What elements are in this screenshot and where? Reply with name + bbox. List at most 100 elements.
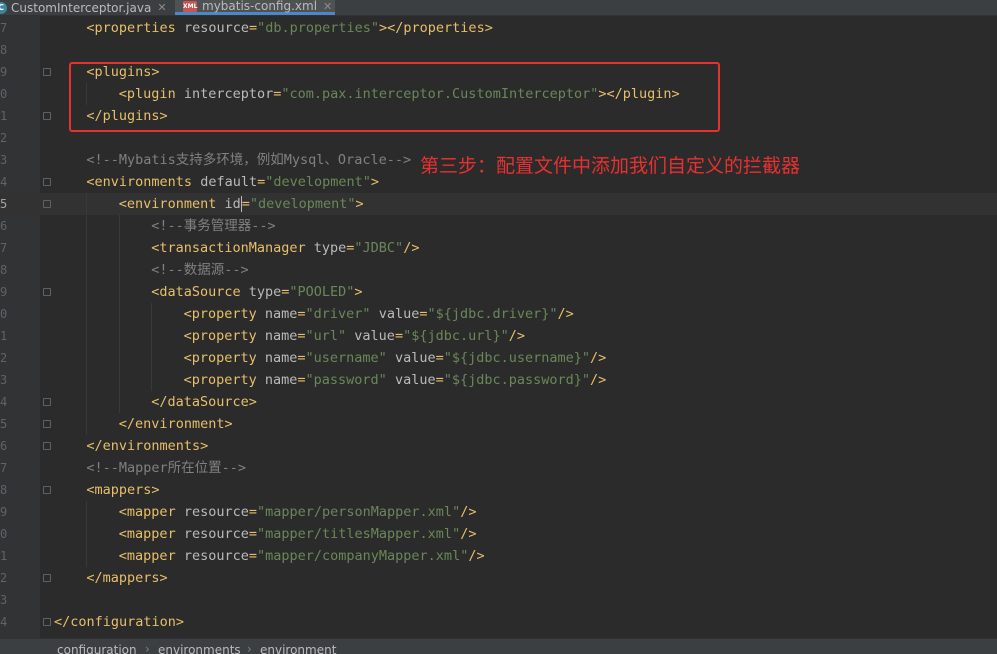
fold-marker-icon[interactable] — [43, 618, 51, 626]
line-number[interactable]: 4 — [0, 611, 10, 633]
code-line[interactable]: <property name="driver" value="${jdbc.dr… — [184, 303, 574, 325]
line-number[interactable]: 9 — [0, 61, 10, 83]
code-line[interactable]: <dataSource type="POOLED"> — [151, 281, 362, 303]
line-number[interactable]: 2 — [0, 347, 10, 369]
code-line[interactable]: <property name="url" value="${jdbc.url}"… — [184, 325, 525, 347]
line-number[interactable]: 9 — [0, 281, 10, 303]
line-number[interactable]: 6 — [0, 215, 10, 237]
java-class-icon: C — [0, 1, 7, 14]
tab-mybatis-config-xml[interactable]: XML mybatis-config.xml ✕ — [175, 0, 335, 15]
line-number[interactable]: 9 — [0, 501, 10, 523]
fold-marker-icon[interactable] — [43, 68, 51, 76]
line-number[interactable]: 8 — [0, 259, 10, 281]
indent-guide — [118, 303, 120, 325]
code-line[interactable]: <properties resource="db.properties"></p… — [86, 17, 492, 39]
indent-guide — [118, 347, 120, 369]
code-line[interactable]: <!--Mapper所在位置--> — [86, 457, 246, 479]
code-line[interactable]: <property name="password" value="${jdbc.… — [184, 369, 607, 391]
code-token: "${jdbc.username}" — [443, 350, 591, 366]
code-token: </dataSource> — [151, 394, 257, 410]
line-number[interactable]: 2 — [0, 567, 10, 589]
line-number[interactable]: 1 — [0, 105, 10, 127]
line-number[interactable]: 1 — [0, 545, 10, 567]
code-token: value — [386, 372, 436, 388]
line-number[interactable]: 4 — [0, 171, 10, 193]
indent-guide — [86, 303, 88, 325]
indent-guide — [118, 215, 120, 237]
code-token: /> — [460, 526, 477, 542]
code-line[interactable]: </environment> — [119, 413, 233, 435]
breadcrumb-item-configuration[interactable]: configuration — [57, 643, 137, 654]
indent-guide — [118, 259, 120, 281]
indent-guide — [151, 347, 153, 369]
indent-guide — [86, 237, 88, 259]
code-token: type — [248, 284, 282, 300]
fold-marker-icon[interactable] — [43, 112, 51, 120]
line-number[interactable]: 4 — [0, 391, 10, 413]
line-number[interactable]: 0 — [0, 83, 10, 105]
fold-marker-icon[interactable] — [43, 398, 51, 406]
code-line[interactable]: </dataSource> — [151, 391, 257, 413]
breadcrumb-item-environments[interactable]: environments — [158, 643, 241, 654]
indent-guide — [151, 325, 153, 347]
line-number[interactable]: 7 — [0, 457, 10, 479]
fold-marker-icon[interactable] — [43, 574, 51, 582]
line-number[interactable]: 0 — [0, 523, 10, 545]
line-number[interactable]: 8 — [0, 39, 10, 61]
line-number[interactable]: 3 — [0, 589, 10, 611]
code-line[interactable]: <!--数据源--> — [151, 259, 248, 281]
fold-marker-icon[interactable] — [43, 200, 51, 208]
fold-marker-icon[interactable] — [43, 420, 51, 428]
tab-custom-interceptor-java[interactable]: C CustomInterceptor.java ✕ — [0, 0, 172, 15]
code-token: = — [248, 548, 257, 564]
code-line[interactable]: <mappers> — [86, 479, 159, 501]
code-line[interactable]: <mapper resource="mapper/personMapper.xm… — [119, 501, 477, 523]
fold-marker-icon[interactable] — [43, 486, 51, 494]
code-line[interactable]: <environment id="development"> — [119, 193, 364, 215]
close-icon[interactable]: ✕ — [157, 1, 166, 14]
line-number[interactable]: 6 — [0, 435, 10, 457]
code-line[interactable]: </configuration> — [54, 611, 184, 633]
code-token: "${jdbc.url}" — [403, 328, 509, 344]
line-number[interactable]: 8 — [0, 479, 10, 501]
code-token: "development" — [265, 174, 371, 190]
code-line[interactable]: </environments> — [86, 435, 208, 457]
code-token: /> — [468, 548, 485, 564]
line-number[interactable]: 3 — [0, 369, 10, 391]
indent-guide — [118, 369, 120, 391]
indent-guide — [86, 281, 88, 303]
line-number[interactable]: 3 — [0, 149, 10, 171]
code-token: /> — [460, 504, 477, 520]
fold-marker-icon[interactable] — [43, 178, 51, 186]
code-token: <properties — [86, 20, 184, 36]
code-line[interactable]: <transactionManager type="JDBC"/> — [151, 237, 419, 259]
code-line[interactable]: <mapper resource="mapper/companyMapper.x… — [119, 545, 485, 567]
code-token: value — [386, 350, 436, 366]
code-token: "driver" — [305, 306, 371, 322]
code-token: /> — [508, 328, 526, 344]
line-number[interactable]: 1 — [0, 325, 10, 347]
code-token: <property — [183, 328, 265, 344]
code-line[interactable]: <environments default="development"> — [86, 171, 379, 193]
line-number[interactable]: 7 — [0, 17, 10, 39]
editor-tab-bar: C CustomInterceptor.java ✕ XML mybatis-c… — [0, 0, 997, 16]
fold-marker-icon[interactable] — [43, 288, 51, 296]
code-line[interactable]: <!--Mybatis支持多环境，例如Mysql、Oracle--> — [86, 149, 411, 171]
code-token: "JDBC" — [354, 240, 404, 256]
code-token: </configuration> — [54, 614, 185, 630]
fold-marker-icon[interactable] — [43, 442, 51, 450]
xml-file-icon: XML — [183, 0, 198, 12]
line-number[interactable]: 7 — [0, 237, 10, 259]
code-line[interactable]: <property name="username" value="${jdbc.… — [184, 347, 607, 369]
code-token: </mappers> — [86, 570, 168, 586]
code-line[interactable]: <mapper resource="mapper/titlesMapper.xm… — [119, 523, 477, 545]
code-line[interactable]: </mappers> — [86, 567, 167, 589]
breadcrumb-item-environment[interactable]: environment — [260, 643, 336, 654]
line-number[interactable]: 5 — [0, 413, 10, 435]
line-number[interactable]: 5 — [0, 193, 10, 215]
code-line[interactable]: <!--事务管理器--> — [151, 215, 275, 237]
line-number[interactable]: 0 — [0, 303, 10, 325]
line-number[interactable]: 2 — [0, 127, 10, 149]
code-token: /> — [590, 372, 607, 388]
close-icon[interactable]: ✕ — [323, 0, 332, 13]
